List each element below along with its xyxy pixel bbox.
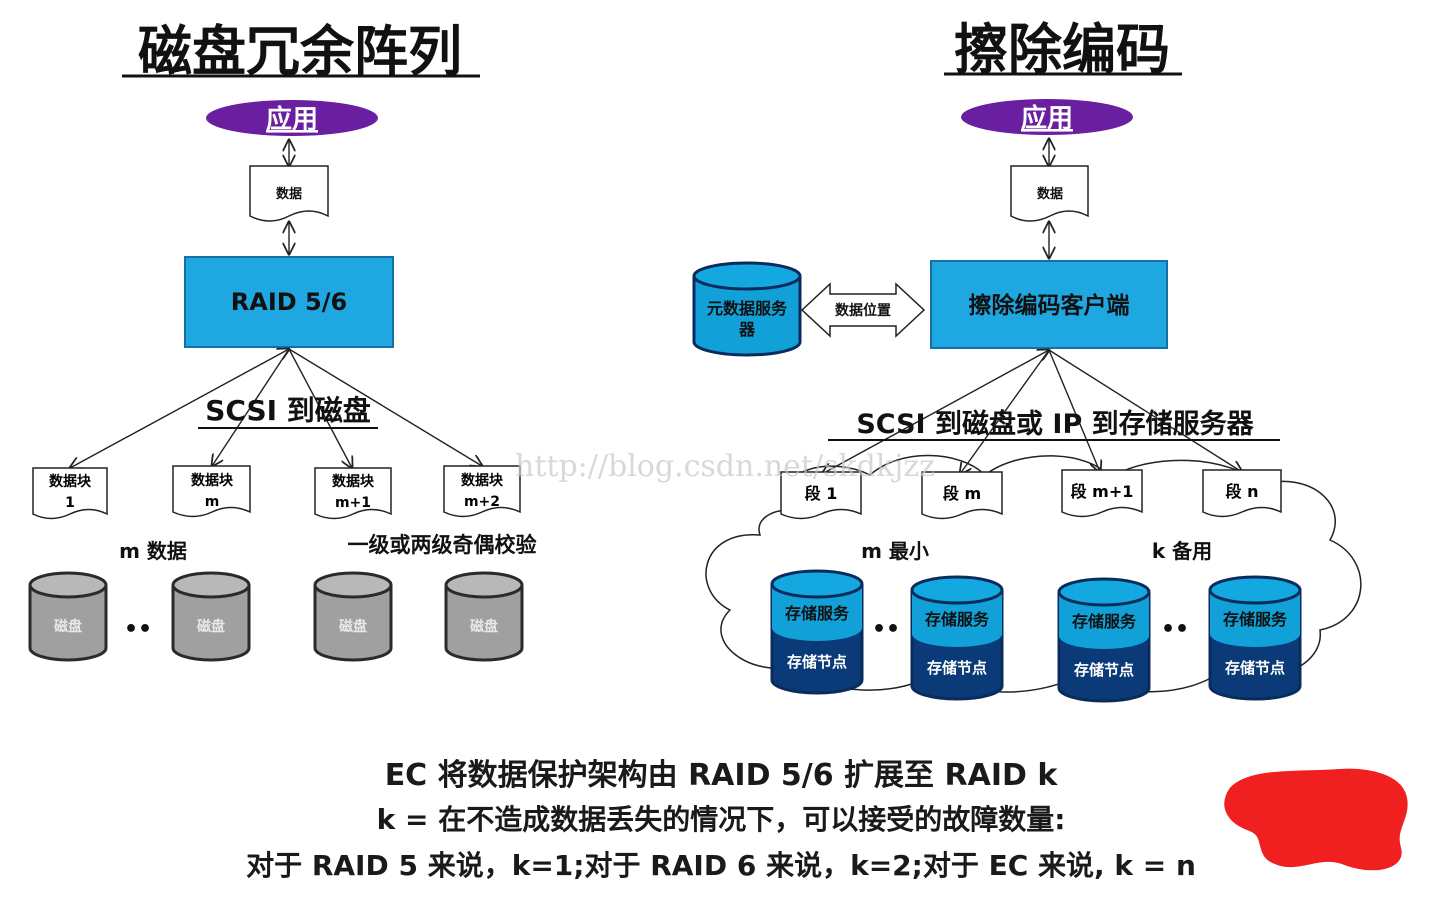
m-data-label: m 数据 (119, 539, 187, 563)
storage-service-label: 存储服务 (1072, 612, 1137, 631)
right-app-label: 应用 (1021, 103, 1073, 134)
disk-label: 磁盘 (54, 618, 82, 635)
disk-label: 磁盘 (470, 618, 498, 635)
storage-service-label: 存储服务 (1223, 610, 1288, 629)
storage-service-label: 存储服务 (785, 604, 850, 623)
data-block-index: m (205, 494, 220, 510)
data-block-label: 数据块 (49, 473, 92, 490)
raid-label: RAID 5/6 (231, 288, 347, 316)
right-data-label: 数据 (1037, 186, 1063, 202)
k-backup-label: k 备用 (1152, 539, 1212, 563)
metadata-server-label: 元数据服务 (707, 299, 788, 318)
parity-label: 一级或两级奇偶校验 (348, 533, 537, 557)
left-data-label: 数据 (276, 186, 302, 202)
data-block-label: 数据块 (332, 473, 375, 490)
disk-cylinder: 磁盘 (28, 571, 108, 662)
segment-label: 段 m (943, 484, 981, 503)
disk-cylinder: 磁盘 (313, 571, 393, 662)
data-block-label: 数据块 (461, 472, 504, 489)
storage-service-label: 存储服务 (925, 610, 990, 629)
data-block: 数据块 m+1 (314, 467, 392, 520)
data-block: 数据块 m (172, 465, 251, 518)
diagram: 磁盘冗余阵列 应用 数据 RAID 5/6 SCSI 到磁盘 数据块 1 数据块… (0, 0, 1442, 896)
disk-cylinder: 磁盘 (444, 571, 524, 662)
data-location-label: 数据位置 (835, 302, 891, 319)
storage-node-cylinder: 存储服务 存储节点 (1057, 577, 1151, 703)
caption-line-3: 对于 RAID 5 来说，k=1;对于 RAID 6 来说，k=2;对于 EC … (246, 849, 1196, 882)
data-block-index: m+2 (464, 494, 500, 510)
right-dots-2: •• (1161, 617, 1189, 642)
disk-label: 磁盘 (339, 618, 367, 635)
storage-node-label: 存储节点 (927, 659, 987, 677)
m-min-label: m 最小 (861, 539, 929, 563)
storage-node-label: 存储节点 (787, 653, 847, 671)
watermark: http://blog.csdn.net/skdkjzz (515, 449, 935, 484)
data-block-label: 数据块 (191, 472, 234, 489)
right-dots-1: •• (872, 617, 900, 642)
storage-node-cylinder: 存储服务 存储节点 (910, 575, 1004, 701)
left-app-label: 应用 (266, 104, 318, 135)
data-block-index: 1 (65, 495, 75, 511)
caption-line-1: EC 将数据保护架构由 RAID 5/6 扩展至 RAID k (384, 758, 1058, 793)
disk-cylinder: 磁盘 (171, 571, 251, 662)
metadata-server-cylinder: 元数据服务 器 (692, 261, 802, 357)
data-block-index: m+1 (335, 495, 371, 511)
ec-client-label: 擦除编码客户端 (969, 292, 1130, 319)
data-block: 数据块 1 (32, 467, 108, 520)
storage-node-label: 存储节点 (1225, 659, 1285, 677)
storage-node-label: 存储节点 (1074, 661, 1134, 679)
right-scsi-label: SCSI 到磁盘或 IP 到存储服务器 (856, 408, 1254, 440)
right-title: 擦除编码 (954, 18, 1170, 81)
segment-label: 段 1 (805, 484, 838, 503)
disk-label: 磁盘 (197, 618, 225, 635)
segment-label: 段 n (1226, 482, 1259, 501)
left-dots-1: •• (124, 617, 152, 642)
segment-label: 段 m+1 (1071, 482, 1134, 501)
metadata-server-label-2: 器 (738, 320, 756, 339)
data-block: 数据块 m+2 (443, 465, 521, 518)
left-title: 磁盘冗余阵列 (138, 20, 462, 83)
storage-node-cylinder: 存储服务 存储节点 (1208, 575, 1302, 701)
storage-node-cylinder: 存储服务 存储节点 (770, 569, 864, 695)
caption-line-2: k = 在不造成数据丢失的情况下，可以接受的故障数量: (376, 803, 1066, 836)
left-scsi-label: SCSI 到磁盘 (205, 394, 371, 427)
